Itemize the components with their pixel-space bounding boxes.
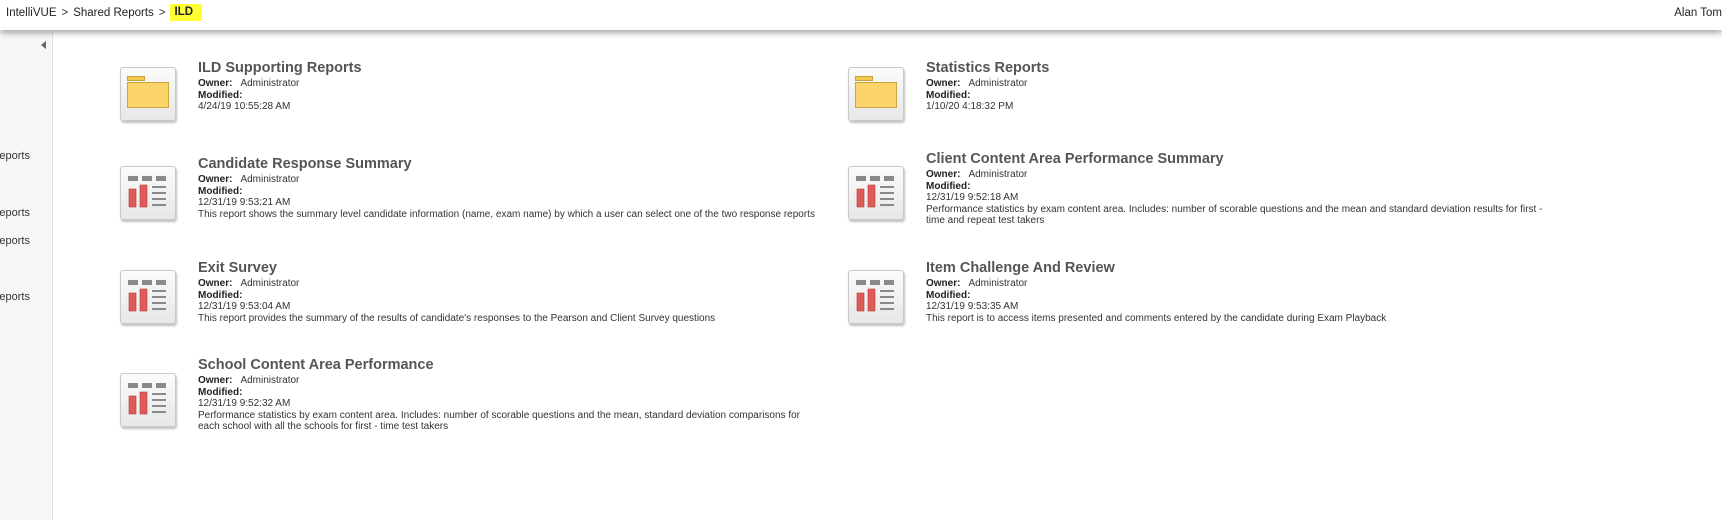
modified-label: Modified: bbox=[926, 289, 971, 301]
report-modified-date: 12/31/19 9:53:35 AM bbox=[926, 301, 1019, 313]
report-owner: Administrator bbox=[240, 375, 300, 386]
modified-label: Modified: bbox=[926, 180, 971, 192]
report-chart-icon bbox=[120, 270, 176, 324]
report-title[interactable]: Exit Survey bbox=[198, 260, 818, 277]
report-owner: Administrator bbox=[968, 78, 1028, 89]
top-bar: IntelliVUE > Shared Reports > ILD Alan Tom bbox=[0, 0, 1722, 30]
left-nav-item[interactable]: Reports bbox=[0, 150, 30, 162]
modified-label: Modified: bbox=[926, 89, 971, 101]
left-nav-item[interactable]: Supporting Reports bbox=[0, 207, 30, 219]
report-owner: Administrator bbox=[240, 278, 300, 289]
collapse-panel-icon[interactable] bbox=[41, 41, 46, 49]
folder-icon bbox=[120, 67, 176, 121]
owner-label: Owner: bbox=[198, 375, 233, 386]
owner-label: Owner: bbox=[198, 278, 233, 289]
owner-label: Owner: bbox=[198, 78, 233, 89]
report-owner: Administrator bbox=[968, 169, 1028, 180]
modified-label: Modified: bbox=[198, 289, 243, 301]
report-title[interactable]: Client Content Area Performance Summary bbox=[926, 151, 1546, 168]
left-nav-panel: Reports Supporting Reports Reports Repor… bbox=[0, 32, 53, 520]
breadcrumb-separator: > bbox=[61, 6, 69, 19]
report-chart-icon bbox=[120, 166, 176, 220]
owner-label: Owner: bbox=[926, 78, 961, 89]
report-modified-date: 1/10/20 4:18:32 PM bbox=[926, 101, 1014, 113]
report-owner: Administrator bbox=[968, 278, 1028, 289]
report-chart-icon bbox=[848, 270, 904, 324]
report-modified-date: 12/31/19 9:52:18 AM bbox=[926, 192, 1019, 204]
breadcrumb-separator: > bbox=[158, 6, 166, 19]
report-description: Performance statistics by exam content a… bbox=[198, 409, 800, 433]
breadcrumb-item-intellivue[interactable]: IntelliVUE bbox=[6, 7, 57, 19]
folder-icon bbox=[848, 67, 904, 121]
owner-label: Owner: bbox=[926, 169, 961, 180]
report-modified-date: 4/24/19 10:55:28 AM bbox=[198, 101, 291, 113]
modified-label: Modified: bbox=[198, 185, 243, 197]
report-description: This report is to access items presented… bbox=[926, 312, 1387, 324]
breadcrumb-item-shared-reports[interactable]: Shared Reports bbox=[73, 7, 154, 19]
report-chart-icon bbox=[848, 166, 904, 220]
report-description: Performance statistics by exam content a… bbox=[926, 203, 1543, 227]
modified-label: Modified: bbox=[198, 89, 243, 101]
breadcrumb-current: ILD bbox=[170, 4, 203, 21]
left-nav-item[interactable]: Reports bbox=[0, 235, 30, 247]
report-owner: Administrator bbox=[240, 78, 300, 89]
report-chart-icon bbox=[120, 373, 176, 427]
report-title[interactable]: Statistics Reports bbox=[926, 60, 1546, 77]
report-description: This report shows the summary level cand… bbox=[198, 208, 815, 220]
report-title[interactable]: ILD Supporting Reports bbox=[198, 60, 818, 77]
user-name[interactable]: Alan Tom bbox=[1674, 7, 1722, 19]
report-description: This report provides the summary of the … bbox=[198, 312, 716, 324]
report-title[interactable]: Item Challenge And Review bbox=[926, 260, 1546, 277]
breadcrumb: IntelliVUE > Shared Reports > ILD bbox=[6, 4, 203, 21]
report-modified-date: 12/31/19 9:52:32 AM bbox=[198, 398, 291, 410]
modified-label: Modified: bbox=[198, 386, 243, 398]
owner-label: Owner: bbox=[198, 174, 233, 185]
report-owner: Administrator bbox=[240, 174, 300, 185]
report-modified-date: 12/31/19 9:53:04 AM bbox=[198, 301, 291, 313]
owner-label: Owner: bbox=[926, 278, 961, 289]
report-modified-date: 12/31/19 9:53:21 AM bbox=[198, 197, 291, 209]
report-title[interactable]: School Content Area Performance bbox=[198, 357, 818, 374]
left-nav-item[interactable]: Reports bbox=[0, 291, 30, 303]
report-title[interactable]: Candidate Response Summary bbox=[198, 156, 818, 173]
